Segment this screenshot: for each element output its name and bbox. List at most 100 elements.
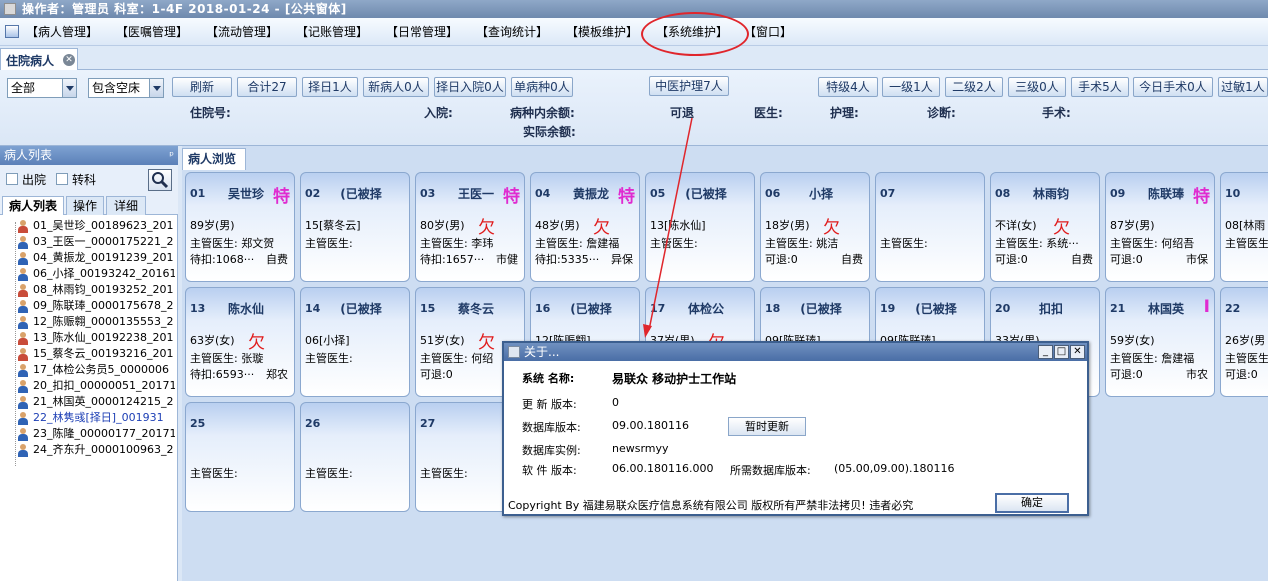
tab-details[interactable]: 详细 <box>106 196 146 215</box>
level-three-button[interactable]: 三级0人 <box>1008 77 1066 97</box>
refresh-button[interactable]: 刷新 <box>172 77 232 97</box>
patient-list-item[interactable]: 17_体检公务员5_0000006 <box>17 362 175 378</box>
bed-card[interactable]: 04 黄振龙特 48岁(男) 欠主管医生: 詹建福 待扣:5335··· 异保 <box>530 172 640 282</box>
patient-list-item[interactable]: 21_林国英_0000124215_2 <box>17 394 175 410</box>
tab-patient-list[interactable]: 病人列表 <box>2 196 64 215</box>
bed-patient-info: 63岁(女) <box>190 334 235 347</box>
bed-number: 05 <box>650 187 666 200</box>
transfer-checkbox[interactable] <box>56 173 68 185</box>
patient-list-item[interactable]: 22_林隽彧[择日]_001931 <box>17 410 175 426</box>
scheduled-button[interactable]: 择日1人 <box>302 77 358 97</box>
total-button[interactable]: 合计27 <box>237 77 297 97</box>
patient-list-item[interactable]: 15_蔡冬云_00193216_201 <box>17 346 175 362</box>
special-level-button[interactable]: 特级4人 <box>818 77 878 97</box>
bed-card[interactable]: 25 主管医生: <box>185 402 295 512</box>
patient-list-item-label: 20_扣扣_00000051_20171 <box>33 379 175 392</box>
bed-insurance: 自费 <box>1071 253 1093 266</box>
patient-list-item-label: 23_陈隆_00000177_20171 <box>33 427 175 440</box>
bed-patient-info: 06[小择] <box>305 334 350 347</box>
bed-card[interactable]: 13 陈水仙 63岁(女) 欠主管医生: 张璇 待扣:6593··· 郑农 <box>185 287 295 397</box>
new-patient-button[interactable]: 新病人0人 <box>363 77 429 97</box>
bed-card[interactable]: 14 (已被择 06[小择] 主管医生: <box>300 287 410 397</box>
menu-flow-management[interactable]: 【流动管理】 <box>206 24 278 40</box>
patient-list-item-label: 24_齐东升_0000100963_2 <box>33 443 174 456</box>
filter-select[interactable]: 全部 <box>7 78 77 98</box>
menu-query-statistics[interactable]: 【查询统计】 <box>476 24 548 40</box>
tab-patient-browse[interactable]: 病人浏览 <box>182 148 246 170</box>
chevron-down-icon[interactable] <box>149 79 163 97</box>
diagnosis-label: 诊断: <box>927 106 956 120</box>
pin-icon[interactable]: ᵖ <box>169 146 174 165</box>
menu-system-maintenance[interactable]: 【系统维护】 <box>656 24 728 40</box>
patient-subtabs: 病人列表 操作 详细 <box>0 195 178 215</box>
bed-number: 22 <box>1225 302 1241 315</box>
bed-number: 15 <box>420 302 436 315</box>
bed-card[interactable]: 08 林雨钧 不详(女) 欠主管医生: 系统··· 可退:0 自费 <box>990 172 1100 282</box>
patient-list-item[interactable]: 24_齐东升_0000100963_2 <box>17 442 175 458</box>
update-button[interactable]: 暂时更新 <box>728 417 806 436</box>
tab-inpatients[interactable]: 住院病人 ✕ <box>0 48 78 70</box>
tab-operations[interactable]: 操作 <box>66 196 104 215</box>
bed-card[interactable]: 22 26岁(男 主管医生 可退:0 <box>1220 287 1268 397</box>
level-one-button[interactable]: 一级1人 <box>882 77 940 97</box>
patient-list-item-label: 15_蔡冬云_00193216_201 <box>33 347 174 360</box>
admission-number-label: 住院号: <box>190 106 231 120</box>
single-disease-button[interactable]: 单病种0人 <box>511 77 573 97</box>
bed-level-badge: 特 <box>273 187 290 207</box>
close-icon[interactable]: ✕ <box>63 54 75 66</box>
bed-card[interactable]: 09 陈联琫特 87岁(男) 主管医生: 何绍吾 可退:0 市保 <box>1105 172 1215 282</box>
bed-patient-info: 26岁(男 <box>1225 334 1266 347</box>
today-surgery-button[interactable]: 今日手术0人 <box>1133 77 1213 97</box>
menu-billing-management[interactable]: 【记账管理】 <box>296 24 368 40</box>
maximize-button[interactable]: □ <box>1054 345 1069 359</box>
patient-list-item[interactable]: 04_黄振龙_00191239_201 <box>17 250 175 266</box>
search-button[interactable] <box>148 169 172 191</box>
patient-list-item[interactable]: 23_陈隆_00000177_20171 <box>17 426 175 442</box>
scheduled-admission-button[interactable]: 择日入院0人 <box>434 77 506 97</box>
bed-card[interactable]: 03 王医一特 80岁(男) 欠主管医生: 李玮 待扣:1657··· 市健 <box>415 172 525 282</box>
surgery-button[interactable]: 手术5人 <box>1071 77 1129 97</box>
patient-list-item[interactable]: 09_陈联琫_0000175678_2 <box>17 298 175 314</box>
ok-button[interactable]: 确定 <box>995 493 1069 513</box>
level-two-button[interactable]: 二级2人 <box>945 77 1003 97</box>
bed-level-badge: 特 <box>503 187 520 207</box>
bed-level-badge: I <box>1203 297 1210 317</box>
bed-card[interactable]: 26 主管医生: <box>300 402 410 512</box>
bed-card[interactable]: 07 主管医生: <box>875 172 985 282</box>
bed-patient-name: 蔡冬云 <box>457 302 494 316</box>
tcm-nursing-button[interactable]: 中医护理7人 <box>649 76 729 96</box>
menu-window-icon[interactable] <box>5 25 19 38</box>
bed-card[interactable]: 10 08[林雨 主管医生 <box>1220 172 1268 282</box>
minimize-button[interactable]: _ <box>1038 345 1053 359</box>
allergy-button[interactable]: 过敏1人 <box>1218 77 1268 97</box>
discharged-checkbox[interactable] <box>6 173 18 185</box>
bed-card[interactable]: 02 (已被择 15[蔡冬云] 主管医生: <box>300 172 410 282</box>
window-title: 操作者：管理员 科室：1-4F 2018-01-24 - [公共窗体] <box>22 2 347 16</box>
bed-card[interactable]: 05 (已被择 13[陈水仙] 主管医生: <box>645 172 755 282</box>
bed-doctor: 主管医生: 张璇 <box>190 352 264 365</box>
patient-list-item[interactable]: 01_吴世珍_00189623_201 <box>17 218 175 234</box>
bed-card[interactable]: 21 林国英 I 59岁(女) 主管医生: 詹建福 可退:0 市农 <box>1105 287 1215 397</box>
close-button[interactable]: ✕ <box>1070 345 1085 359</box>
menu-window[interactable]: 【窗口】 <box>744 24 792 40</box>
patient-list-item[interactable]: 12_陈赈翱_0000135553_2 <box>17 314 175 330</box>
bed-card[interactable]: 01 吴世珍特 89岁(男) 主管医生: 郑文贺 待扣:1068··· 自费 <box>185 172 295 282</box>
bed-doctor: 主管医生: <box>880 237 928 250</box>
chevron-down-icon[interactable] <box>62 79 76 97</box>
menu-orders-management[interactable]: 【医嘱管理】 <box>116 24 188 40</box>
about-dialog-title: 关于... <box>524 345 560 359</box>
patient-list-item[interactable]: 20_扣扣_00000051_20171 <box>17 378 175 394</box>
bed-number: 27 <box>420 417 436 430</box>
bed-select[interactable]: 包含空床 <box>88 78 164 98</box>
menu-daily-management[interactable]: 【日常管理】 <box>386 24 458 40</box>
bed-number: 21 <box>1110 302 1126 315</box>
menu-template-maintenance[interactable]: 【模板维护】 <box>566 24 638 40</box>
bed-card[interactable]: 06 小择 18岁(男) 欠主管医生: 姚洁 可退:0 自费 <box>760 172 870 282</box>
male-patient-icon <box>17 363 29 377</box>
patient-list-item[interactable]: 08_林雨钧_00193252_201 <box>17 282 175 298</box>
menu-patient-management[interactable]: 【病人管理】 <box>26 24 98 40</box>
patient-list-item[interactable]: 13_陈水仙_00192238_201 <box>17 330 175 346</box>
patient-list-item[interactable]: 03_王医一_0000175221_2 <box>17 234 175 250</box>
patient-list-item[interactable]: 06_小择_00193242_20161 <box>17 266 175 282</box>
bed-number: 26 <box>305 417 321 430</box>
